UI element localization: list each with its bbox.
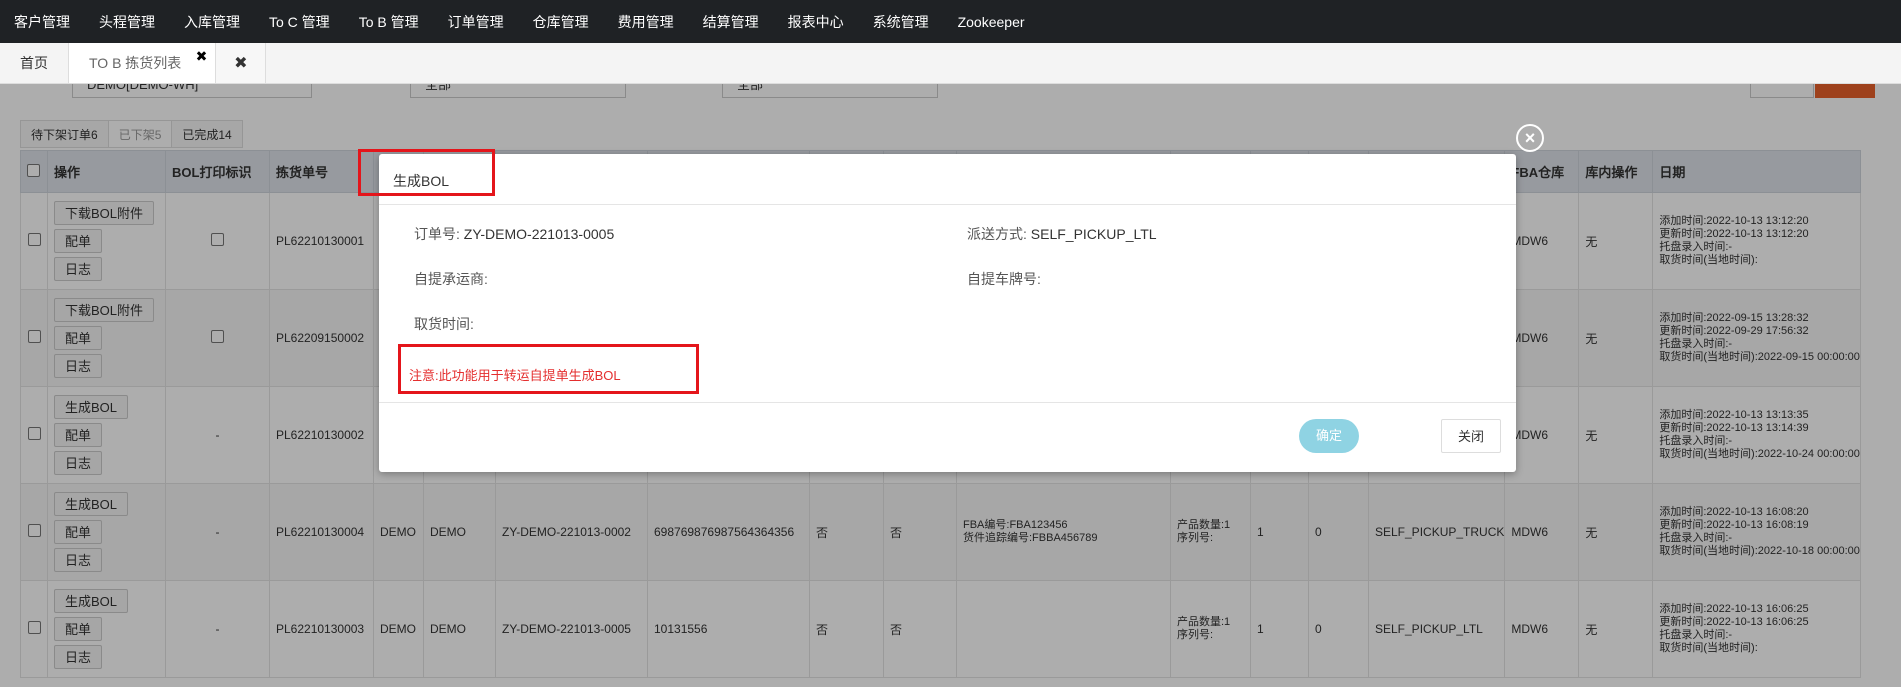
plate-field: 自提车牌号: xyxy=(967,269,1041,289)
nav-item-settlement[interactable]: 结算管理 xyxy=(703,12,759,32)
modal-header: 生成BOL xyxy=(379,154,1516,205)
modal-close-icon[interactable]: × xyxy=(1516,124,1544,152)
nav-item-zookeeper[interactable]: Zookeeper xyxy=(958,14,1025,30)
carrier-label: 自提承运商: xyxy=(414,271,488,287)
nav-item-warehouse[interactable]: 仓库管理 xyxy=(533,12,589,32)
confirm-button[interactable]: 确定 xyxy=(1299,419,1359,453)
nav-item-first-leg[interactable]: 头程管理 xyxy=(99,12,155,32)
generate-bol-dialog: 生成BOL 订单号: ZY-DEMO-221013-0005 派送方式: SEL… xyxy=(379,154,1516,472)
order-no-field: 订单号: ZY-DEMO-221013-0005 xyxy=(414,224,614,244)
tab-home-label: 首页 xyxy=(20,55,48,71)
plate-label: 自提车牌号: xyxy=(967,271,1041,287)
nav-item-fees[interactable]: 费用管理 xyxy=(618,12,674,32)
top-nav: 客户管理 头程管理 入库管理 To C 管理 To B 管理 订单管理 仓库管理… xyxy=(0,0,1901,43)
nav-item-tob[interactable]: To B 管理 xyxy=(359,12,419,32)
title-highlight-box xyxy=(358,149,495,196)
nav-item-orders[interactable]: 订单管理 xyxy=(448,12,504,32)
nav-item-inbound[interactable]: 入库管理 xyxy=(184,12,240,32)
pickup-time-field: 取货时间: xyxy=(414,314,474,334)
tab-home[interactable]: 首页 xyxy=(0,43,69,83)
order-no-label: 订单号: xyxy=(414,226,460,242)
carrier-field: 自提承运商: xyxy=(414,269,488,289)
delivery-label: 派送方式: xyxy=(967,226,1027,242)
tab-close-icon[interactable]: ✖ xyxy=(196,48,208,65)
close-button[interactable]: 关闭 xyxy=(1441,419,1501,453)
delivery-field: 派送方式: SELF_PICKUP_LTL xyxy=(967,224,1157,244)
nav-item-customer[interactable]: 客户管理 xyxy=(14,12,70,32)
order-no-value: ZY-DEMO-221013-0005 xyxy=(463,226,615,242)
tab-bar: 首页 TO B 拣货列表 ✖ ✖ xyxy=(0,43,1901,84)
nav-item-system[interactable]: 系统管理 xyxy=(873,12,929,32)
tab-tob-picking-list[interactable]: TO B 拣货列表 ✖ xyxy=(69,43,217,83)
tab-label: TO B 拣货列表 xyxy=(89,55,182,71)
delivery-value: SELF_PICKUP_LTL xyxy=(1030,226,1157,242)
modal-footer: 确定 关闭 xyxy=(379,403,1516,471)
pickup-time-label: 取货时间: xyxy=(414,316,474,332)
notice-highlight-box xyxy=(398,344,699,394)
close-all-tabs-icon[interactable]: ✖ xyxy=(216,43,267,83)
nav-item-toc[interactable]: To C 管理 xyxy=(269,12,330,32)
nav-item-reports[interactable]: 报表中心 xyxy=(788,12,844,32)
